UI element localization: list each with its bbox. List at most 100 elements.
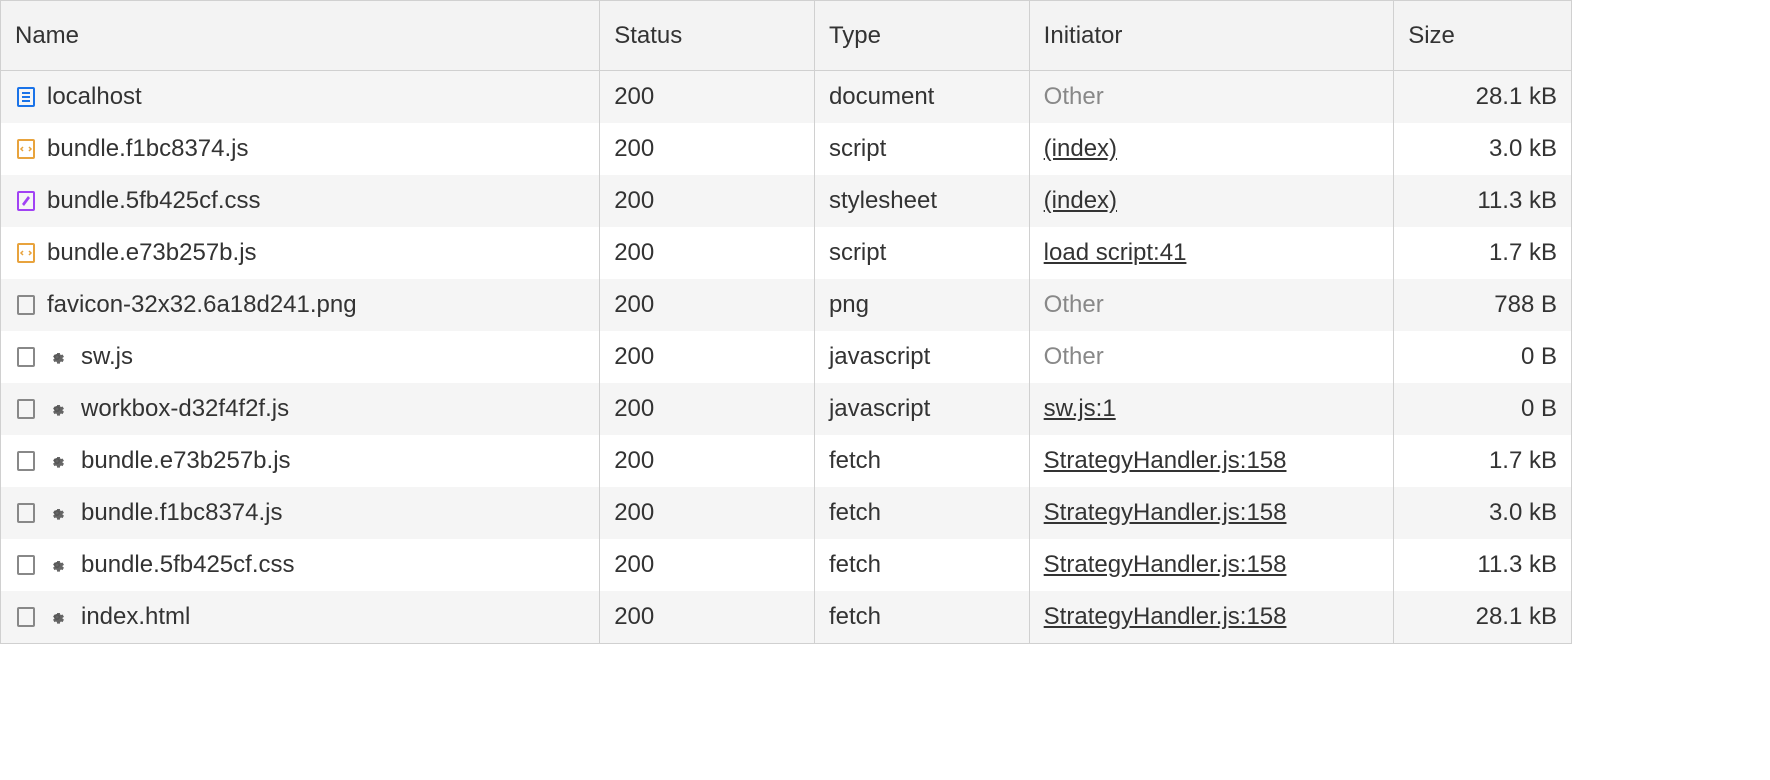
cell-type: stylesheet — [815, 175, 1030, 227]
initiator-link[interactable]: StrategyHandler.js:158 — [1044, 603, 1287, 631]
cell-initiator: load script:41 — [1030, 227, 1395, 279]
column-header-status[interactable]: Status — [600, 1, 815, 70]
cell-initiator: sw.js:1 — [1030, 383, 1395, 435]
table-row[interactable]: bundle.f1bc8374.js 200fetch StrategyHandle… — [1, 487, 1571, 539]
table-row[interactable]: favicon-32x32.6a18d241.png 200png Other 788… — [1, 279, 1571, 331]
resource-name: workbox-d32f4f2f.js — [81, 395, 289, 423]
stylesheet-icon — [15, 190, 37, 212]
cell-initiator: StrategyHandler.js:158 — [1030, 539, 1395, 591]
cell-initiator: Other — [1030, 279, 1395, 331]
resource-name: bundle.f1bc8374.js — [81, 499, 283, 527]
cell-name[interactable]: sw.js — [1, 331, 600, 383]
resource-name: bundle.5fb425cf.css — [47, 187, 260, 215]
cell-initiator: (index) — [1030, 175, 1395, 227]
resource-name: favicon-32x32.6a18d241.png — [47, 291, 357, 319]
cell-status: 200 — [600, 383, 815, 435]
cell-name[interactable]: index.html — [1, 591, 600, 643]
table-row[interactable]: bundle.5fb425cf.css 200stylesheet (index) 1… — [1, 175, 1571, 227]
initiator-text: Other — [1044, 83, 1104, 111]
initiator-link[interactable]: sw.js:1 — [1044, 395, 1116, 423]
gear-icon — [47, 503, 67, 523]
cell-status: 200 — [600, 331, 815, 383]
cell-name[interactable]: bundle.e73b257b.js — [1, 227, 600, 279]
resource-name: sw.js — [81, 343, 133, 371]
initiator-link[interactable]: StrategyHandler.js:158 — [1044, 551, 1287, 579]
cell-initiator: Other — [1030, 71, 1395, 123]
resource-name: bundle.e73b257b.js — [47, 239, 257, 267]
table-row[interactable]: bundle.5fb425cf.css 200fetch StrategyHandl… — [1, 539, 1571, 591]
file-icon — [15, 294, 37, 316]
initiator-link[interactable]: load script:41 — [1044, 239, 1187, 267]
table-header-row: Name Status Type Initiator Size — [1, 1, 1571, 71]
cell-type: fetch — [815, 487, 1030, 539]
cell-status: 200 — [600, 487, 815, 539]
cell-initiator: StrategyHandler.js:158 — [1030, 435, 1395, 487]
cell-size: 3.0 kB — [1394, 487, 1571, 539]
initiator-text: Other — [1044, 291, 1104, 319]
cell-name[interactable]: bundle.f1bc8374.js — [1, 123, 600, 175]
initiator-link[interactable]: (index) — [1044, 135, 1117, 163]
initiator-text: Other — [1044, 343, 1104, 371]
table-row[interactable]: bundle.e73b257b.js 200script load script:4… — [1, 227, 1571, 279]
cell-size: 11.3 kB — [1394, 175, 1571, 227]
cell-name[interactable]: localhost — [1, 71, 600, 123]
cell-name[interactable]: favicon-32x32.6a18d241.png — [1, 279, 600, 331]
cell-type: javascript — [815, 383, 1030, 435]
gear-icon — [47, 451, 67, 471]
resource-name: bundle.5fb425cf.css — [81, 551, 294, 579]
resource-name: bundle.e73b257b.js — [81, 447, 291, 475]
cell-type: document — [815, 71, 1030, 123]
cell-name[interactable]: bundle.f1bc8374.js — [1, 487, 600, 539]
script-icon — [15, 242, 37, 264]
table-row[interactable]: index.html200fetchStrategyHandler.js:158… — [1, 591, 1571, 643]
initiator-link[interactable]: (index) — [1044, 187, 1117, 215]
table-row[interactable]: bundle.f1bc8374.js200script(index)3.0 kB — [1, 123, 1571, 175]
cell-size: 0 B — [1394, 331, 1571, 383]
cell-name[interactable]: bundle.e73b257b.js — [1, 435, 600, 487]
cell-size: 0 B — [1394, 383, 1571, 435]
gear-icon — [47, 607, 67, 627]
table-row[interactable]: sw.js 200javascript Other 0 B — [1, 331, 1571, 383]
resource-name: localhost — [47, 83, 142, 111]
gear-icon — [47, 347, 67, 367]
initiator-link[interactable]: StrategyHandler.js:158 — [1044, 447, 1287, 475]
table-row[interactable]: bundle.e73b257b.js 200fetch StrategyHandle… — [1, 435, 1571, 487]
cell-status: 200 — [600, 435, 815, 487]
column-header-type[interactable]: Type — [815, 1, 1030, 70]
cell-type: script — [815, 227, 1030, 279]
column-header-size[interactable]: Size — [1394, 1, 1571, 70]
cell-type: javascript — [815, 331, 1030, 383]
cell-size: 11.3 kB — [1394, 539, 1571, 591]
cell-size: 788 B — [1394, 279, 1571, 331]
file-icon — [15, 606, 37, 628]
initiator-link[interactable]: StrategyHandler.js:158 — [1044, 499, 1287, 527]
file-icon — [15, 398, 37, 420]
cell-type: fetch — [815, 591, 1030, 643]
table-row[interactable]: localhost200documentOther28.1 kB — [1, 71, 1571, 123]
cell-type: fetch — [815, 435, 1030, 487]
gear-icon — [47, 399, 67, 419]
cell-size: 1.7 kB — [1394, 227, 1571, 279]
cell-initiator: Other — [1030, 331, 1395, 383]
table-row[interactable]: workbox-d32f4f2f.js 200javascript sw.js:1 0… — [1, 383, 1571, 435]
cell-status: 200 — [600, 279, 815, 331]
column-header-initiator[interactable]: Initiator — [1030, 1, 1395, 70]
resource-name: index.html — [81, 603, 190, 631]
cell-status: 200 — [600, 539, 815, 591]
cell-status: 200 — [600, 227, 815, 279]
cell-size: 1.7 kB — [1394, 435, 1571, 487]
cell-type: png — [815, 279, 1030, 331]
cell-initiator: (index) — [1030, 123, 1395, 175]
gear-icon — [47, 555, 67, 575]
cell-name[interactable]: workbox-d32f4f2f.js — [1, 383, 600, 435]
column-header-name[interactable]: Name — [1, 1, 600, 70]
cell-name[interactable]: bundle.5fb425cf.css — [1, 175, 600, 227]
cell-name[interactable]: bundle.5fb425cf.css — [1, 539, 600, 591]
cell-initiator: StrategyHandler.js:158 — [1030, 591, 1395, 643]
cell-status: 200 — [600, 123, 815, 175]
cell-type: fetch — [815, 539, 1030, 591]
file-icon — [15, 554, 37, 576]
cell-status: 200 — [600, 175, 815, 227]
cell-size: 28.1 kB — [1394, 591, 1571, 643]
cell-initiator: StrategyHandler.js:158 — [1030, 487, 1395, 539]
